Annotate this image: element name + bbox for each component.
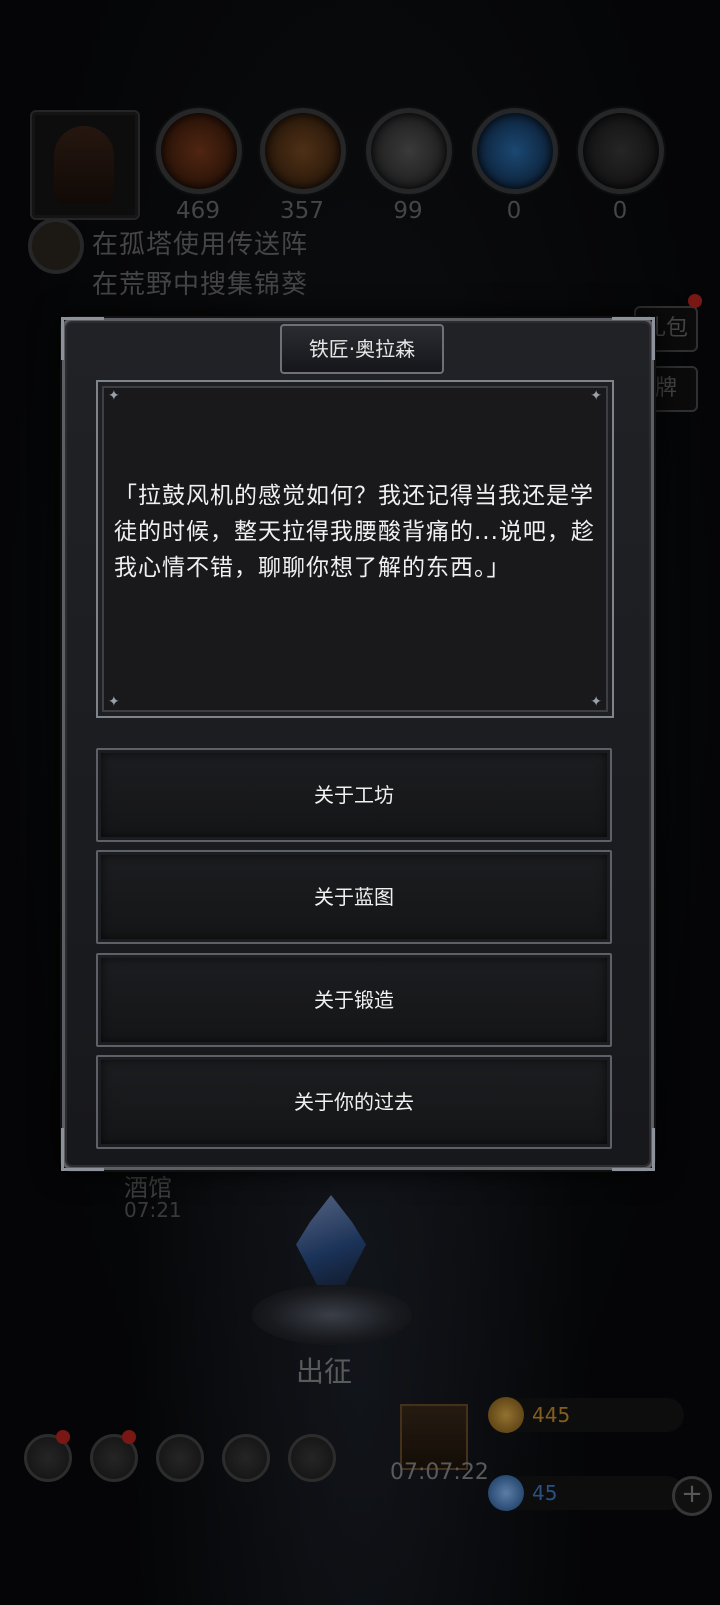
option-past-button[interactable]: 关于你的过去 [96,1055,612,1149]
sparkle-icon: ✦ [108,694,120,710]
sparkle-icon: ✦ [590,694,602,710]
dialog-text: 「拉鼓风机的感觉如何？我还记得当我还是学徒的时候，整天拉得我腰酸背痛的...说吧… [114,483,595,581]
frame-corner [612,317,655,360]
option-forging-button[interactable]: 关于锻造 [96,953,612,1047]
option-workshop-button[interactable]: 关于工坊 [96,748,612,842]
frame-corner [612,1128,655,1171]
dialog-title: 铁匠·奥拉森 [280,324,444,374]
frame-corner [61,317,104,360]
sparkle-icon: ✦ [108,388,120,404]
dialog-text-box: ✦ ✦ ✦ ✦ 「拉鼓风机的感觉如何？我还记得当我还是学徒的时候，整天拉得我腰酸… [96,380,614,718]
option-blueprint-button[interactable]: 关于蓝图 [96,850,612,944]
sparkle-icon: ✦ [590,388,602,404]
